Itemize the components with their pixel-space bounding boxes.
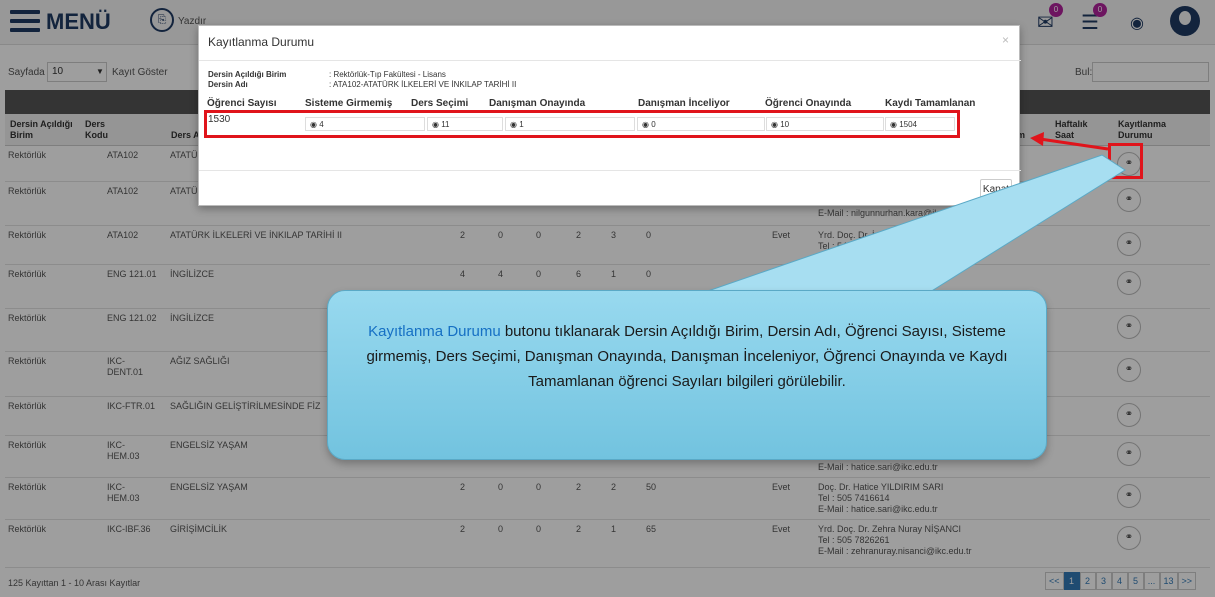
- modal-column-header: Danışman İnceliyor: [638, 98, 730, 109]
- modal-column-header: Öğrenci Sayısı: [207, 98, 277, 109]
- modal-column-header: Danışman Onayında: [489, 98, 586, 109]
- modal-divider: [199, 60, 1021, 61]
- ders-value: : ATA102-ATATÜRK İLKELERİ VE İNKILAP TAR…: [329, 80, 517, 89]
- modal-column-header: Kaydı Tamamlanan: [885, 98, 976, 109]
- birim-value: : Rektörlük-Tıp Fakültesi - Lisans: [329, 70, 446, 79]
- birim-label: Dersin Açıldığı Birim: [208, 70, 287, 79]
- info-callout: Kayıtlanma Durumu butonu tıklanarak Ders…: [327, 290, 1047, 460]
- modal-title: Kayıtlanma Durumu: [208, 35, 315, 49]
- modal-footer-divider: [199, 170, 1021, 171]
- modal-column-header: Sisteme Girmemiş: [305, 98, 393, 109]
- status-button-highlight-box: [1108, 143, 1143, 179]
- ders-label: Dersin Adı: [208, 80, 248, 89]
- kapat-button[interactable]: Kapat: [980, 179, 1012, 200]
- close-icon[interactable]: ×: [1002, 33, 1009, 47]
- callout-text: Kayıtlanma Durumu butonu tıklanarak Ders…: [348, 319, 1026, 394]
- callout-highlight: Kayıtlanma Durumu: [368, 323, 501, 340]
- modal-column-header: Ders Seçimi: [411, 98, 469, 109]
- counts-highlight-box: [204, 110, 960, 138]
- modal-column-header: Öğrenci Onayında: [765, 98, 852, 109]
